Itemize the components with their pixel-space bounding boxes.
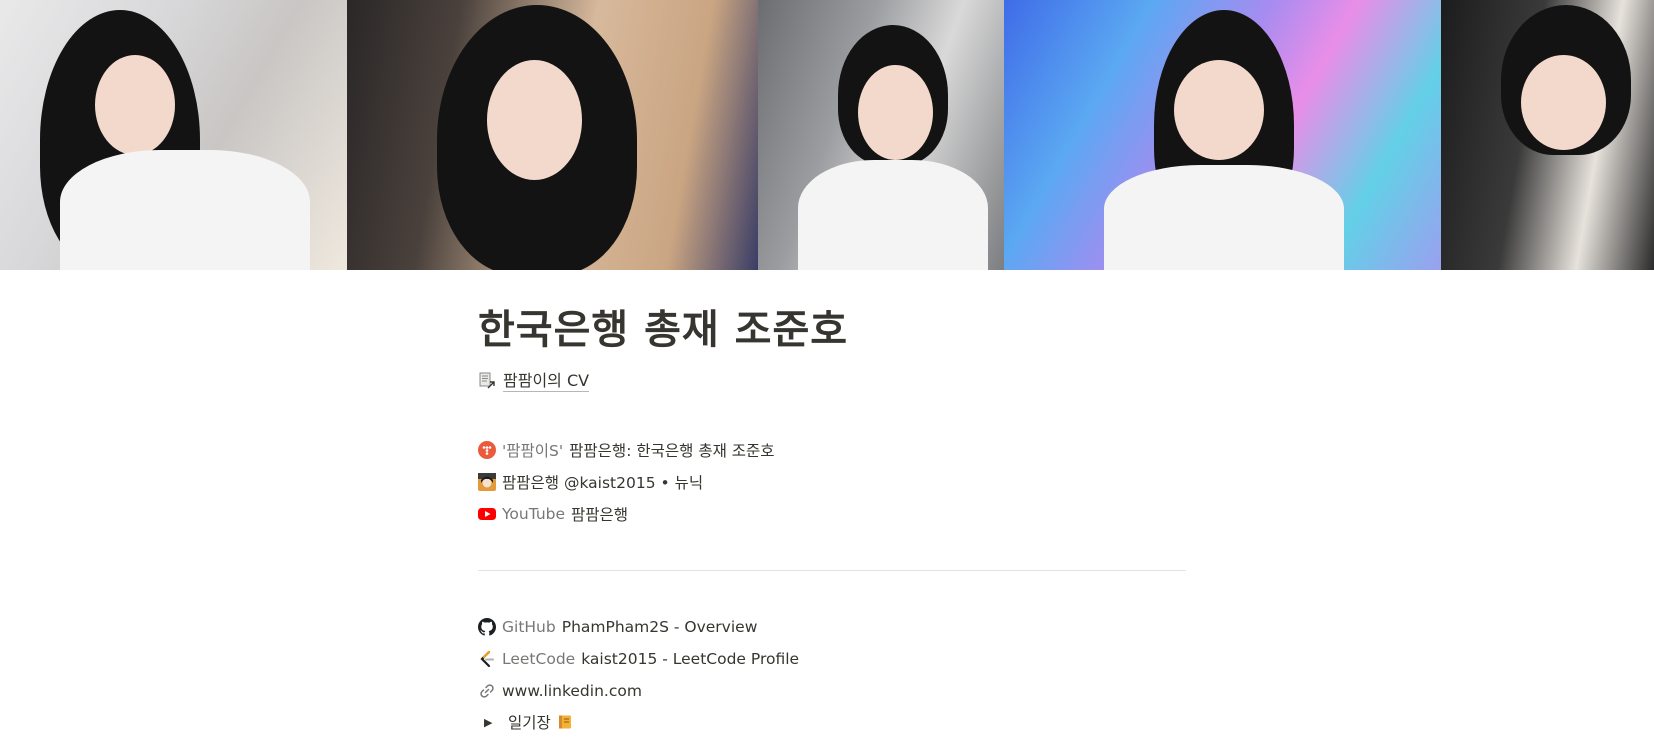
leetcode-icon xyxy=(478,650,496,668)
github-bookmark[interactable]: GitHub PhamPham2S - Overview xyxy=(478,611,1186,643)
cover-photo-4 xyxy=(1004,0,1441,270)
linkedin-link[interactable]: www.linkedin.com xyxy=(478,675,1186,707)
cover-photo-2 xyxy=(347,0,758,270)
youtube-bookmark[interactable]: YouTube 팜팜은행 xyxy=(478,498,1186,530)
cover-photo-3 xyxy=(758,0,1004,270)
leetcode-bookmark[interactable]: LeetCode kaist2015 - LeetCode Profile xyxy=(478,643,1186,675)
cover-image[interactable] xyxy=(0,0,1654,270)
newneek-bookmark[interactable]: 팜팜은행 @kaist2015 • 뉴닉 xyxy=(478,466,1186,498)
youtube-icon xyxy=(478,505,496,523)
avatar-icon xyxy=(478,473,496,491)
page-content: 한국은행 총재 조준호 팜팜이의 CV '팜팜이S' 팜팜은행: 한국은행 총재… xyxy=(478,300,1186,737)
cover-photo-5 xyxy=(1441,0,1654,270)
github-icon xyxy=(478,618,496,636)
tistory-icon xyxy=(478,441,496,459)
divider xyxy=(478,570,1186,571)
cover-photo-1 xyxy=(0,0,347,270)
tistory-link-title: 팜팜은행: 한국은행 총재 조준호 xyxy=(569,442,775,460)
tistory-site-name: '팜팜이S' xyxy=(502,442,564,460)
github-site-name: GitHub xyxy=(502,618,556,636)
linkedin-link-title: www.linkedin.com xyxy=(502,682,642,700)
dev-links: GitHub PhamPham2S - Overview LeetCode ka… xyxy=(478,611,1186,737)
diary-toggle[interactable]: ▶ 일기장 xyxy=(478,707,1186,737)
social-links: '팜팜이S' 팜팜은행: 한국은행 총재 조준호 팜팜은행 @kaist2015… xyxy=(478,434,1186,530)
cv-page-link[interactable]: 팜팜이의 CV xyxy=(478,368,1186,394)
toggle-caret-icon[interactable]: ▶ xyxy=(484,716,498,729)
page-title[interactable]: 한국은행 총재 조준호 xyxy=(478,300,1186,360)
youtube-site-name: YouTube xyxy=(502,505,566,523)
link-icon xyxy=(478,682,496,700)
tistory-bookmark[interactable]: '팜팜이S' 팜팜은행: 한국은행 총재 조준호 xyxy=(478,434,1186,466)
notebook-icon xyxy=(556,713,574,731)
github-link-title: PhamPham2S - Overview xyxy=(561,618,758,636)
cv-link-label: 팜팜이의 CV xyxy=(503,370,590,392)
youtube-link-title: 팜팜은행 xyxy=(571,506,629,524)
document-link-icon xyxy=(478,372,496,390)
newneek-link-title: 팜팜은행 @kaist2015 • 뉴닉 xyxy=(502,474,704,492)
leetcode-link-title: kaist2015 - LeetCode Profile xyxy=(581,650,800,668)
leetcode-site-name: LeetCode xyxy=(502,650,576,668)
diary-toggle-label: 일기장 xyxy=(508,714,551,732)
